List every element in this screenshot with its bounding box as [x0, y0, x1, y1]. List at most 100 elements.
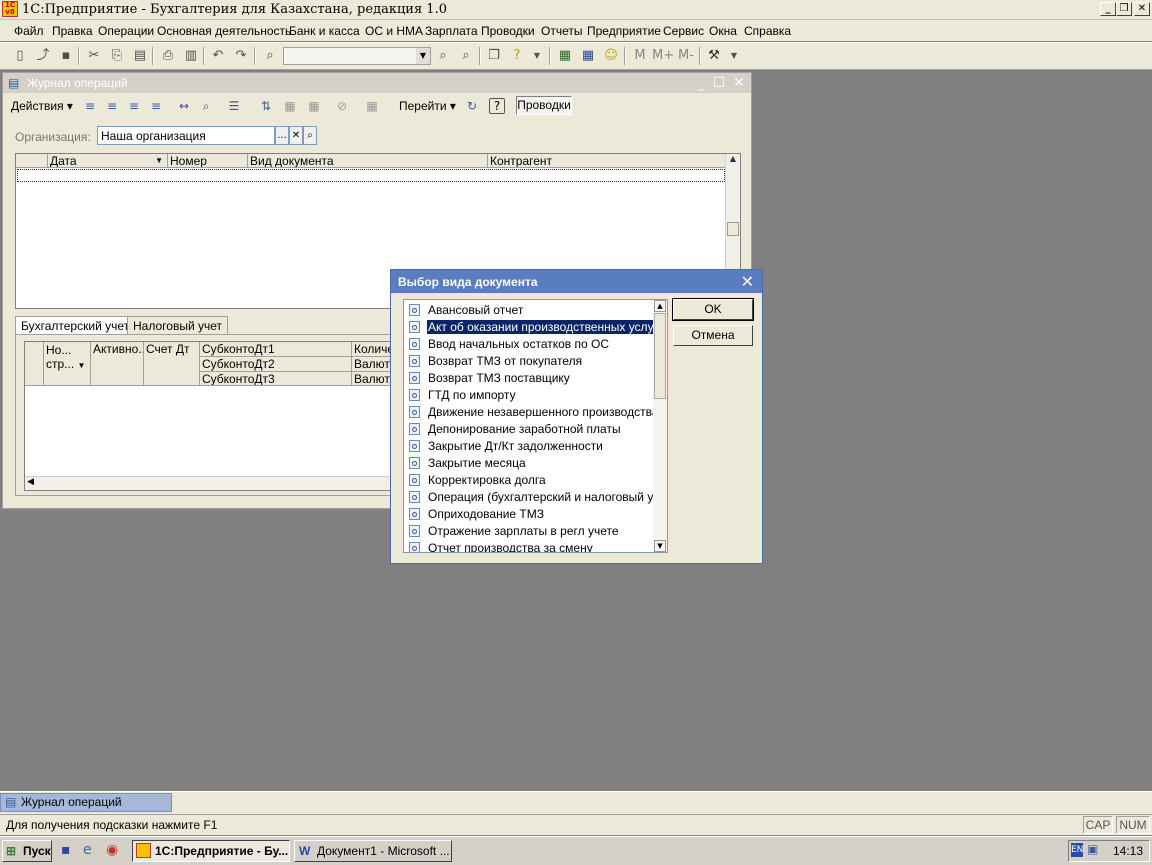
journal-maximize-button[interactable]: ☐ — [711, 75, 727, 91]
windows-icon[interactable]: ❐ — [486, 48, 502, 64]
column-account-dt-header[interactable]: Счет Дт — [144, 342, 200, 386]
quicklaunch-ie-icon[interactable]: e — [83, 842, 92, 858]
minimize-button[interactable]: _ — [1100, 2, 1116, 16]
postings-hscrollbar[interactable]: ◀ — [25, 476, 407, 490]
language-indicator[interactable]: EN — [1071, 843, 1083, 857]
find-next-icon[interactable]: ⌕ — [435, 48, 451, 64]
memory-plus-button[interactable]: M+ — [652, 48, 674, 64]
list-item[interactable]: Авансовый отчет — [409, 302, 649, 319]
column-subkonto2-header[interactable]: СубконтоДт2 — [200, 357, 352, 372]
tools-icon[interactable]: ⚒ — [706, 48, 722, 64]
list-item[interactable]: Операция (бухгалтерский и налоговый учет… — [409, 489, 667, 506]
tab-accounting[interactable]: Бухгалтерский учет — [15, 316, 136, 335]
doc-list-scrollbar[interactable]: ▲ ▼ — [653, 300, 667, 552]
copy-icon[interactable]: ⎘ — [109, 48, 125, 64]
menu-bank-cash[interactable]: Банк и касса — [289, 24, 360, 38]
structure-icon[interactable]: ▦ — [363, 98, 381, 114]
calendar-icon[interactable]: ▦ — [580, 48, 596, 64]
goto-menu-button[interactable]: Перейти ▾ — [399, 99, 456, 113]
postings-table[interactable]: Но... стр... ▼ Активно... Счет Дт Субкон… — [24, 341, 408, 491]
scroll-down-icon[interactable]: ▼ — [654, 540, 666, 552]
list-item[interactable]: Возврат ТМЗ от покупателя — [409, 353, 649, 370]
new-document-icon[interactable]: ▯ — [12, 48, 28, 64]
actions-menu-button[interactable]: Действия ▾ — [11, 99, 73, 113]
menu-edit[interactable]: Правка — [52, 24, 93, 38]
menu-file[interactable]: Файл — [14, 24, 44, 38]
organization-select-button[interactable]: ... — [275, 126, 289, 145]
unpost-icon[interactable]: ▦ — [305, 98, 323, 114]
print-preview-icon[interactable]: ▥ — [183, 48, 199, 64]
menu-postings[interactable]: Проводки — [481, 24, 535, 38]
column-counterparty-header[interactable]: Контрагент — [488, 154, 726, 168]
list-item[interactable]: Закрытие Дт/Кт задолженности — [409, 438, 649, 455]
find-icon[interactable]: ⌕ — [262, 48, 278, 64]
help-dropdown-icon[interactable]: ▼ — [529, 48, 545, 64]
calculator-icon[interactable]: ▦ — [557, 48, 573, 64]
menu-reports[interactable]: Отчеты — [541, 24, 582, 38]
tools-dropdown-icon[interactable]: ▼ — [726, 48, 742, 64]
list-item[interactable]: Депонирование заработной платы — [409, 421, 649, 438]
list-item[interactable]: Отчет производства за смену — [409, 540, 649, 552]
list-item[interactable]: Акт об оказании производственных услуг — [409, 319, 660, 336]
list-item[interactable]: Закрытие месяца — [409, 455, 649, 472]
user-icon[interactable]: ☺ — [603, 48, 619, 64]
scroll-up-icon[interactable]: ▲ — [726, 154, 740, 167]
find-prev-icon[interactable]: ⌕ — [458, 48, 474, 64]
mdi-window-tab-journal[interactable]: ▤ Журнал операций — [0, 793, 172, 812]
menu-service[interactable]: Сервис — [663, 24, 704, 38]
chevron-down-icon[interactable]: ▼ — [416, 48, 430, 64]
taskbar-1c-button[interactable]: 1С:Предприятие - Бу... — [132, 840, 290, 862]
post-icon[interactable]: ▦ — [281, 98, 299, 114]
list-item[interactable]: Отражение зарплаты в регл учете — [409, 523, 649, 540]
quicklaunch-app-icon[interactable]: ◉ — [106, 842, 118, 858]
postings-button[interactable]: Проводки — [516, 96, 572, 115]
menu-salary[interactable]: Зарплата — [425, 24, 478, 38]
refresh-icon[interactable]: ↻ — [463, 98, 481, 114]
save-icon[interactable]: ▪ — [58, 48, 74, 64]
memory-m-button[interactable]: M — [632, 48, 648, 64]
close-button[interactable]: ✕ — [1134, 2, 1150, 16]
search-icon[interactable]: ⌕ — [303, 126, 317, 145]
list-item[interactable]: Корректировка долга — [409, 472, 649, 489]
filter-menu-icon[interactable]: ☰ — [225, 98, 243, 114]
delete-row-icon[interactable]: ≡ — [147, 98, 165, 114]
column-line-no-header[interactable]: Но... стр... ▼ — [44, 342, 91, 386]
scroll-up-icon[interactable]: ▲ — [654, 300, 666, 312]
help-1c-icon[interactable]: ? — [509, 48, 525, 64]
tab-tax[interactable]: Налоговый учет — [127, 316, 228, 334]
organization-field[interactable]: Наша организация — [97, 126, 275, 145]
list-item[interactable]: Движение незавершенного производства — [409, 404, 659, 421]
scroll-thumb[interactable] — [654, 313, 666, 399]
dialog-close-icon[interactable]: ✕ — [741, 272, 754, 291]
taskbar-word-button[interactable]: W Документ1 - Microsoft ... — [294, 840, 452, 862]
list-item[interactable]: Возврат ТМЗ поставщику — [409, 370, 649, 387]
start-button[interactable]: ⊞ Пуск — [2, 840, 52, 862]
redo-icon[interactable]: ↷ — [233, 48, 249, 64]
scroll-thumb[interactable] — [727, 222, 739, 236]
menu-enterprise[interactable]: Предприятие — [587, 24, 661, 38]
cancel-button[interactable]: Отмена — [673, 325, 753, 346]
menu-operations[interactable]: Операции — [98, 24, 154, 38]
add-icon[interactable]: ≡ — [81, 98, 99, 114]
menu-help[interactable]: Справка — [744, 24, 791, 38]
search-combo[interactable]: ▼ — [283, 47, 431, 65]
list-item[interactable]: Оприходование ТМЗ — [409, 506, 649, 523]
interval-icon[interactable]: ↔ — [175, 98, 193, 114]
doc-type-list[interactable]: Авансовый отчет Акт об оказании производс… — [403, 299, 668, 553]
undo-icon[interactable]: ↶ — [210, 48, 226, 64]
find-doc-icon[interactable]: ⌕ — [197, 98, 215, 114]
column-subkonto3-header[interactable]: СубконтоДт3 — [200, 372, 352, 386]
help-button[interactable]: ? — [489, 98, 505, 114]
scroll-left-icon[interactable]: ◀ — [27, 477, 34, 487]
column-subkonto1-header[interactable]: СубконтоДт1 — [200, 342, 352, 357]
column-active-header[interactable]: Активно... — [91, 342, 144, 386]
list-item[interactable]: Ввод начальных остатков по ОС — [409, 336, 649, 353]
sort-icon[interactable]: ⇅ — [257, 98, 275, 114]
restore-button[interactable]: ❐ — [1116, 2, 1132, 16]
clear-filter-icon[interactable]: ⊘ — [333, 98, 351, 114]
menu-os-nma[interactable]: ОС и НМА — [365, 24, 423, 38]
ok-button[interactable]: OK — [672, 298, 754, 321]
memory-minus-button[interactable]: M- — [676, 48, 696, 64]
column-number-header[interactable]: Номер — [168, 154, 248, 168]
cut-icon[interactable]: ✂ — [86, 48, 102, 64]
